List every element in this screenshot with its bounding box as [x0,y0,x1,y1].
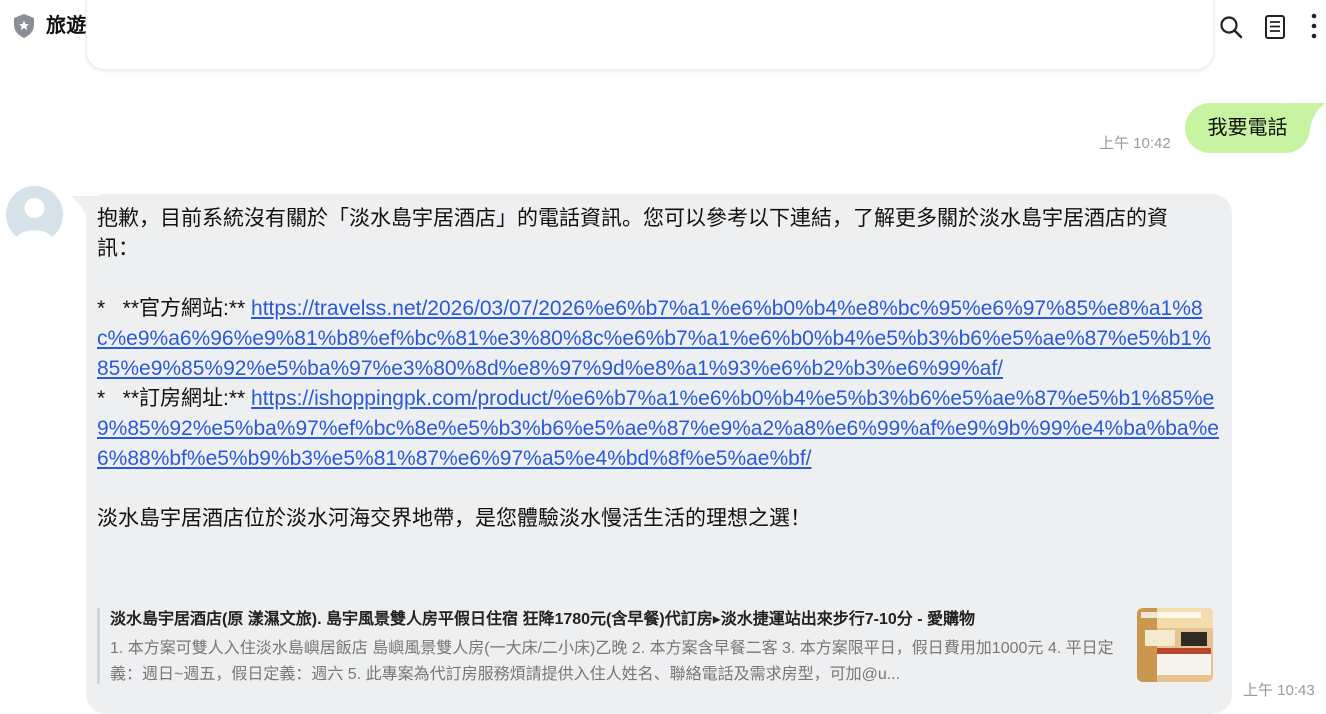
link-preview-card[interactable]: 淡水島宇居酒店(原 漾濕文旅). 島宇風景雙人房平假日住宿 狂降1780元(含早… [97,606,1215,686]
shield-icon [14,14,34,38]
official-site-label: * **官方網站:** [97,297,252,320]
incoming-timestamp: 上午 10:43 [1243,682,1315,699]
preview-accent-bar [97,608,100,684]
official-site-link[interactable]: https://travelss.net/2026/03/07/2026%e6%… [97,297,1211,380]
avatar[interactable] [6,186,63,243]
preview-title: 淡水島宇居酒店(原 漾濕文旅). 島宇風景雙人房平假日住宿 狂降1780元(含早… [110,611,975,628]
outgoing-message-text: 我要電話 [1207,117,1288,139]
preview-description: 1. 本方案可雙人入住淡水島嶼居飯店 島嶼風景雙人房(一大床/二小床)乙晚 2.… [110,640,1114,683]
booking-site-item: * **訂房網址:** https://ishoppingpk.com/prod… [97,384,1219,474]
outgoing-message-bubble[interactable]: 我要電話 [1185,103,1310,153]
hotel-room-image [1137,608,1213,682]
booking-site-label: * **訂房網址:** [97,387,252,410]
user-silhouette-icon [14,198,55,243]
outgoing-timestamp: 上午 10:42 [1099,135,1171,152]
message-line: 抱歉，目前系統沒有關於「淡水島宇居酒店」的電話資訊。您可以參考以下連結，了解更多… [97,207,1168,230]
more-icon[interactable] [1304,12,1324,40]
closing-line: 淡水島宇居酒店位於淡水河海交界地帶，是您體驗淡水慢活生活的理想之選！ [97,507,811,530]
notes-icon[interactable] [1263,14,1287,40]
incoming-message-text: 抱歉，目前系統沒有關於「淡水島宇居酒店」的電話資訊。您可以參考以下連結，了解更多… [97,204,1219,534]
message-line: 訊： [97,237,139,260]
previous-message-bubble [86,0,1214,70]
preview-thumbnail [1137,608,1213,682]
official-site-item: * **官方網站:** https://travelss.net/2026/03… [97,294,1219,384]
booking-site-link[interactable]: https://ishoppingpk.com/product/%e6%b7%a… [97,387,1219,470]
search-icon[interactable] [1218,14,1244,40]
